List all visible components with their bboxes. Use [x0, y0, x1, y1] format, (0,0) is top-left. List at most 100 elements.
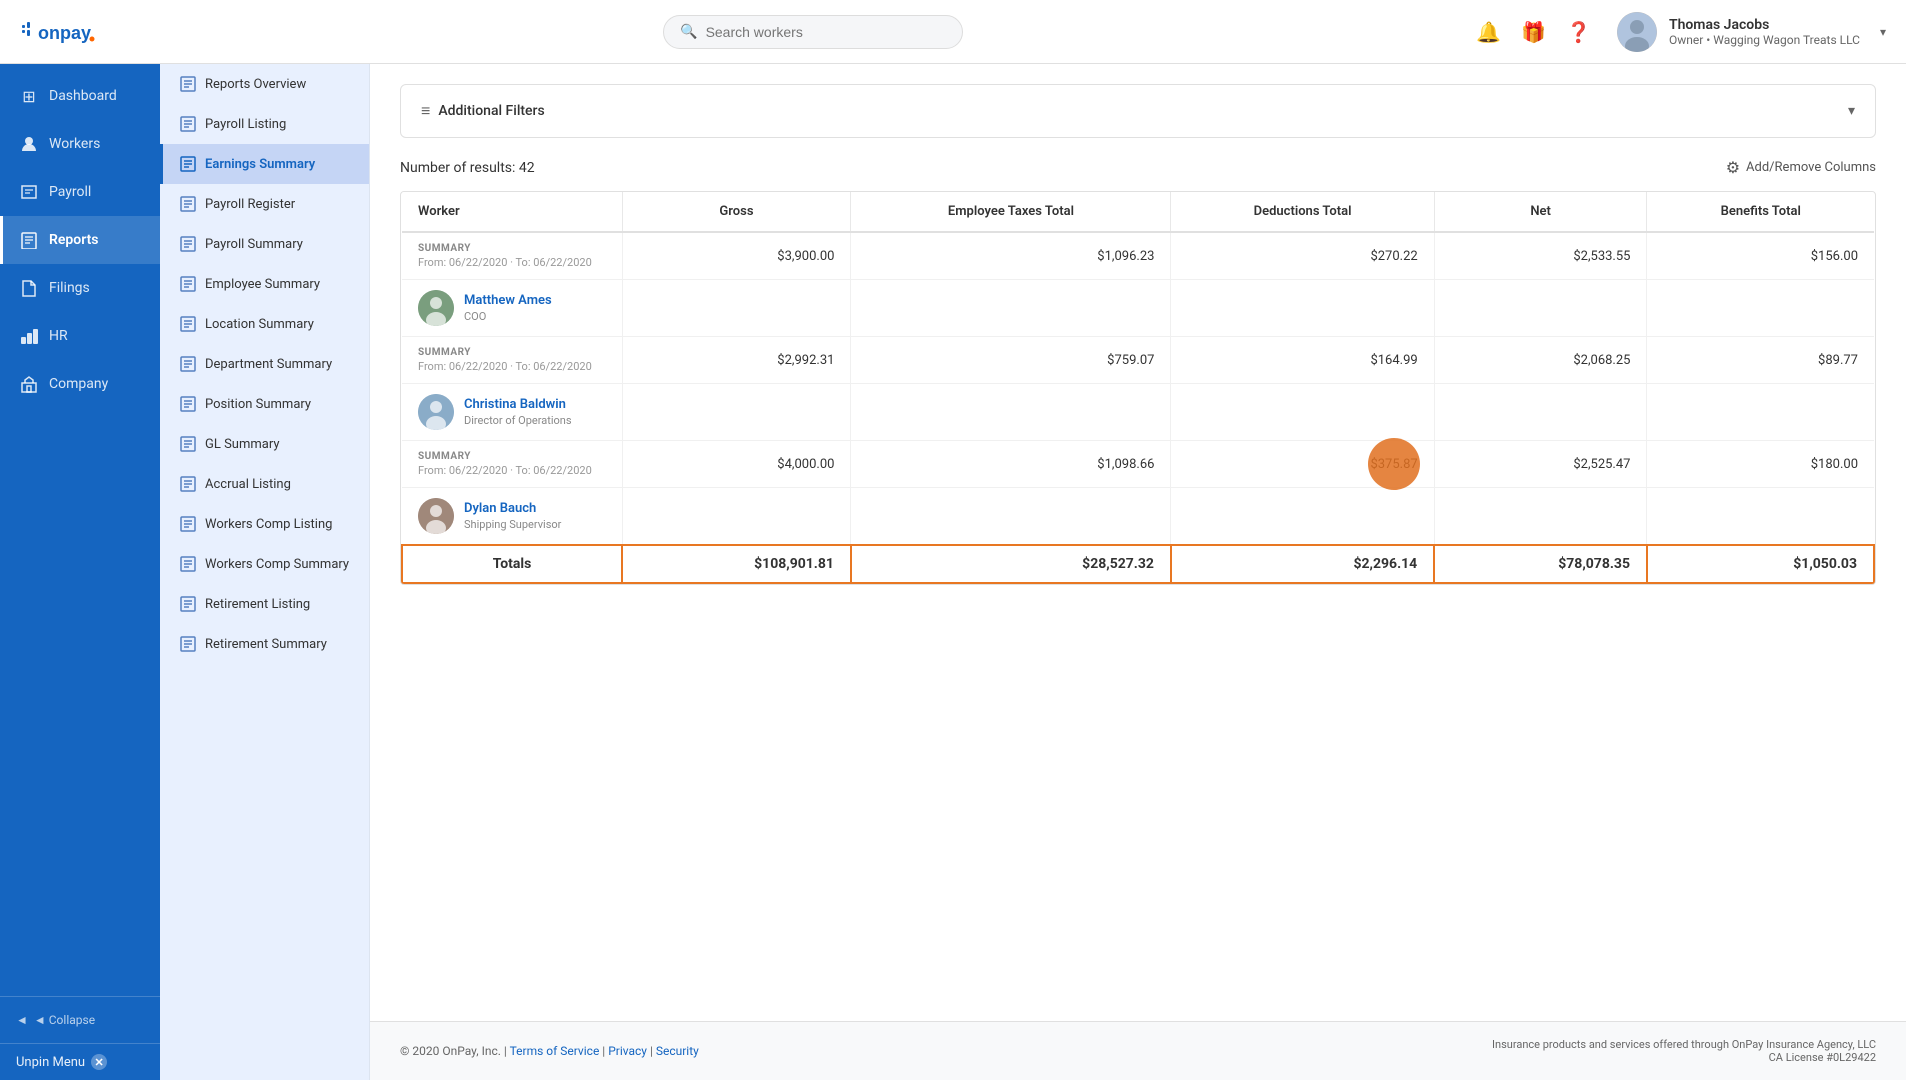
reports-sidebar-item-position-summary[interactable]: Position Summary	[160, 384, 369, 424]
footer-security[interactable]: Security	[656, 1044, 699, 1058]
add-remove-columns[interactable]: ⚙ Add/Remove Columns	[1726, 158, 1876, 177]
reports-sidebar-item-payroll-listing[interactable]: Payroll Listing	[160, 104, 369, 144]
gross-amount: $4,000.00	[622, 441, 851, 488]
sidebar-label-dashboard: Dashboard	[49, 88, 117, 104]
user-role: Owner • Wagging Wagon Treats LLC	[1669, 33, 1860, 47]
unpin-menu[interactable]: Unpin Menu ✕	[16, 1054, 144, 1070]
footer-links: © 2020 OnPay, Inc. | Terms of Service | …	[400, 1044, 699, 1058]
reports-sidebar-item-department-summary[interactable]: Department Summary	[160, 344, 369, 384]
reports-sidebar-item-gl-summary[interactable]: GL Summary	[160, 424, 369, 464]
table-row[interactable]: Matthew Ames COO	[402, 280, 1874, 337]
reports-sidebar-item-workers-comp-listing[interactable]: Workers Comp Listing	[160, 504, 369, 544]
totals-taxes: $28,527.32	[851, 545, 1171, 583]
data-table-wrapper: Worker Gross Employee Taxes Total Deduct…	[400, 191, 1876, 585]
search-bar[interactable]: 🔍	[663, 15, 963, 49]
report-icon	[179, 195, 197, 213]
user-dropdown-arrow[interactable]: ▾	[1880, 25, 1886, 39]
totals-row: Totals $108,901.81 $28,527.32 $2,296.14 …	[402, 545, 1874, 583]
unpin-circle: ✕	[91, 1054, 107, 1070]
totals-label: Totals	[402, 545, 622, 583]
reports-sidebar-item-retirement-summary[interactable]: Retirement Summary	[160, 624, 369, 664]
reports-sidebar-item-retirement-listing[interactable]: Retirement Listing	[160, 584, 369, 624]
sidebar-item-hr[interactable]: HR	[0, 312, 160, 360]
col-gross: Gross	[622, 192, 851, 232]
payroll-icon	[19, 182, 39, 202]
reports-nav-label: Payroll Register	[205, 197, 295, 212]
sidebar-label-workers: Workers	[49, 136, 100, 152]
sidebar-item-workers[interactable]: Workers	[0, 120, 160, 168]
net-amount: $2,533.55	[1434, 232, 1647, 280]
worker-title: Director of Operations	[464, 414, 572, 427]
sidebar-label-hr: HR	[49, 328, 68, 344]
table-row[interactable]: Christina Baldwin Director of Operations	[402, 384, 1874, 441]
reports-sidebar-item-location-summary[interactable]: Location Summary	[160, 304, 369, 344]
taxes-amount: $759.07	[851, 337, 1171, 384]
hr-icon	[19, 326, 39, 346]
reports-sidebar-item-workers-comp-summary[interactable]: Workers Comp Summary	[160, 544, 369, 584]
worker-cell[interactable]: Christina Baldwin Director of Operations	[402, 384, 622, 441]
results-count: Number of results: 42	[400, 160, 535, 176]
table-summary-row: SUMMARY From: 06/22/2020 · To: 06/22/202…	[402, 441, 1874, 488]
reports-nav-label: Position Summary	[205, 397, 311, 412]
report-icon	[179, 355, 197, 373]
filters-bar-left: ≡ Additional Filters	[421, 101, 545, 121]
sidebar-item-company[interactable]: Company	[0, 360, 160, 408]
footer-copyright: © 2020 OnPay, Inc.	[400, 1044, 501, 1058]
user-area[interactable]: Thomas Jacobs Owner • Wagging Wagon Trea…	[1617, 12, 1886, 52]
col-deductions: Deductions Total	[1171, 192, 1434, 232]
sidebar-label-payroll: Payroll	[49, 184, 91, 200]
reports-nav-label: Location Summary	[205, 317, 314, 332]
search-icon: 🔍	[680, 24, 697, 40]
worker-cell[interactable]: Matthew Ames COO	[402, 280, 622, 337]
main-content: ≡ Additional Filters ▾ Number of results…	[370, 64, 1906, 1080]
totals-gross: $108,901.81	[622, 545, 851, 583]
gift-icon[interactable]: 🎁	[1521, 20, 1546, 44]
reports-sidebar-item-payroll-register[interactable]: Payroll Register	[160, 184, 369, 224]
help-icon[interactable]: ❓	[1566, 20, 1591, 44]
table-summary-row: SUMMARY From: 06/22/2020 · To: 06/22/202…	[402, 232, 1874, 280]
reports-nav-label: Workers Comp Summary	[205, 557, 349, 572]
report-icon	[179, 75, 197, 93]
reports-sidebar-item-employee-summary[interactable]: Employee Summary	[160, 264, 369, 304]
worker-name[interactable]: Dylan Bauch	[464, 501, 561, 516]
benefits-amount: $180.00	[1647, 441, 1874, 488]
collapse-sidebar[interactable]: ◄ ◄ Collapse	[0, 996, 160, 1043]
report-icon	[179, 435, 197, 453]
main-layout: ⊞ Dashboard Workers Payroll	[0, 64, 1906, 1080]
report-icon	[179, 555, 197, 573]
bell-icon[interactable]: 🔔	[1476, 20, 1501, 44]
report-icon	[179, 115, 197, 133]
footer: © 2020 OnPay, Inc. | Terms of Service | …	[370, 1021, 1906, 1080]
reports-sidebar-item-payroll-summary[interactable]: Payroll Summary	[160, 224, 369, 264]
sidebar-item-filings[interactable]: Filings	[0, 264, 160, 312]
sidebar-item-payroll[interactable]: Payroll	[0, 168, 160, 216]
reports-nav-label: Accrual Listing	[205, 477, 291, 492]
search-input[interactable]	[706, 24, 926, 40]
sidebar-item-reports[interactable]: Reports	[0, 216, 160, 264]
gross-amount: $3,900.00	[622, 232, 851, 280]
col-employee-taxes: Employee Taxes Total	[851, 192, 1171, 232]
worker-name[interactable]: Matthew Ames	[464, 293, 552, 308]
sidebar-item-dashboard[interactable]: ⊞ Dashboard	[0, 72, 160, 120]
filters-bar[interactable]: ≡ Additional Filters ▾	[400, 84, 1876, 138]
reports-sidebar-item-reports-overview[interactable]: Reports Overview	[160, 64, 369, 104]
reports-sidebar: Reports Overview Payroll Listing Earning…	[160, 64, 370, 1080]
footer-privacy[interactable]: Privacy	[608, 1044, 647, 1058]
footer-terms[interactable]: Terms of Service	[510, 1044, 600, 1058]
svg-text:onpay: onpay	[38, 23, 91, 43]
worker-info: Matthew Ames COO	[464, 293, 552, 323]
worker-name[interactable]: Christina Baldwin	[464, 397, 572, 412]
report-icon	[179, 595, 197, 613]
net-amount: $2,068.25	[1434, 337, 1647, 384]
reports-nav-label: Payroll Listing	[205, 117, 286, 132]
table-row[interactable]: Dylan Bauch Shipping Supervisor	[402, 488, 1874, 546]
net-amount: $2,525.47	[1434, 441, 1647, 488]
reports-sidebar-item-earnings-summary[interactable]: Earnings Summary	[160, 144, 369, 184]
worker-cell[interactable]: Dylan Bauch Shipping Supervisor	[402, 488, 622, 546]
sidebar-label-company: Company	[49, 376, 108, 392]
report-icon	[179, 395, 197, 413]
worker-title: Shipping Supervisor	[464, 518, 561, 531]
col-benefits: Benefits Total	[1647, 192, 1874, 232]
summary-info: SUMMARY From: 06/22/2020 · To: 06/22/202…	[402, 337, 622, 384]
reports-sidebar-item-accrual-listing[interactable]: Accrual Listing	[160, 464, 369, 504]
